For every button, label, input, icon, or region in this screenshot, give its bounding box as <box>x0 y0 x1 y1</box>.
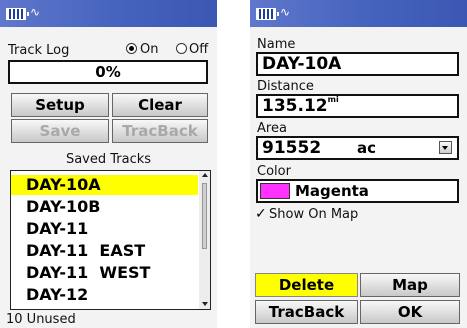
distance-value: 135.12 <box>262 96 328 116</box>
name-field[interactable]: DAY-10A <box>256 52 459 76</box>
map-button[interactable]: Map <box>360 273 460 297</box>
list-item[interactable]: DAY-11 <box>11 219 198 239</box>
saved-tracks-title: Saved Tracks <box>65 152 152 167</box>
show-on-map-label: Show On Map <box>269 207 359 222</box>
save-button[interactable]: Save <box>11 119 109 143</box>
track-log-screen: ∿ Track Log On Off 0% Setup Clear Save T… <box>0 0 217 328</box>
radio-off-icon <box>176 43 187 54</box>
list-item[interactable]: DAY-11 EAST <box>11 241 198 261</box>
distance-unit: mi <box>327 95 339 104</box>
clear-button[interactable]: Clear <box>112 93 208 117</box>
track-detail-screen: ∿ Name DAY-10A Distance 135.12mi Area 91… <box>250 0 467 328</box>
area-unit: ac <box>357 139 377 157</box>
list-item[interactable]: DAY-11 WEST <box>11 263 198 283</box>
track-log-on-option[interactable]: On <box>126 42 170 57</box>
delete-button[interactable]: Delete <box>255 273 358 297</box>
name-label: Name <box>257 37 296 52</box>
scroll-down-icon <box>202 302 208 306</box>
setup-button[interactable]: Setup <box>11 93 109 117</box>
scroll-thumb[interactable] <box>202 183 207 249</box>
radio-on-icon <box>126 43 137 54</box>
battery-icon <box>256 8 279 20</box>
satellite-signal-icon: ∿ <box>30 5 41 19</box>
area-field[interactable]: 91552 ac <box>256 136 459 160</box>
list-scrollbar[interactable] <box>199 171 210 309</box>
area-value: 91552 <box>262 138 322 158</box>
status-bar: ∿ <box>250 0 467 27</box>
checkmark-icon: ✓ <box>255 206 267 222</box>
track-log-off-option[interactable]: Off <box>176 42 216 57</box>
list-item[interactable]: DAY-10B <box>11 197 198 217</box>
track-log-percent-field: 0% <box>8 60 208 84</box>
satellite-signal-icon: ∿ <box>280 5 291 19</box>
show-on-map-checkbox[interactable]: ✓ Show On Map <box>255 206 375 222</box>
color-label: Color <box>257 164 291 179</box>
distance-label: Distance <box>257 79 314 94</box>
color-value: Magenta <box>295 182 369 200</box>
saved-tracks-list[interactable]: DAY-10A DAY-10B DAY-11 DAY-11 EAST DAY-1… <box>10 170 211 310</box>
battery-icon <box>6 8 29 20</box>
trackback-button[interactable]: TracBack <box>112 119 208 143</box>
ok-button[interactable]: OK <box>360 300 460 324</box>
distance-field: 135.12mi <box>256 94 459 118</box>
list-item[interactable]: DAY-12 <box>11 285 198 305</box>
area-label: Area <box>257 121 287 136</box>
unused-count: 10 Unused <box>6 312 76 327</box>
status-bar: ∿ <box>0 0 217 27</box>
chevron-down-icon[interactable] <box>439 141 452 154</box>
color-swatch <box>260 183 290 199</box>
track-log-label: Track Log <box>8 43 70 58</box>
color-field[interactable]: Magenta <box>256 179 459 203</box>
trackback-button[interactable]: TracBack <box>255 300 358 324</box>
list-item[interactable]: DAY-10A <box>11 175 198 195</box>
scroll-up-icon <box>202 173 208 177</box>
